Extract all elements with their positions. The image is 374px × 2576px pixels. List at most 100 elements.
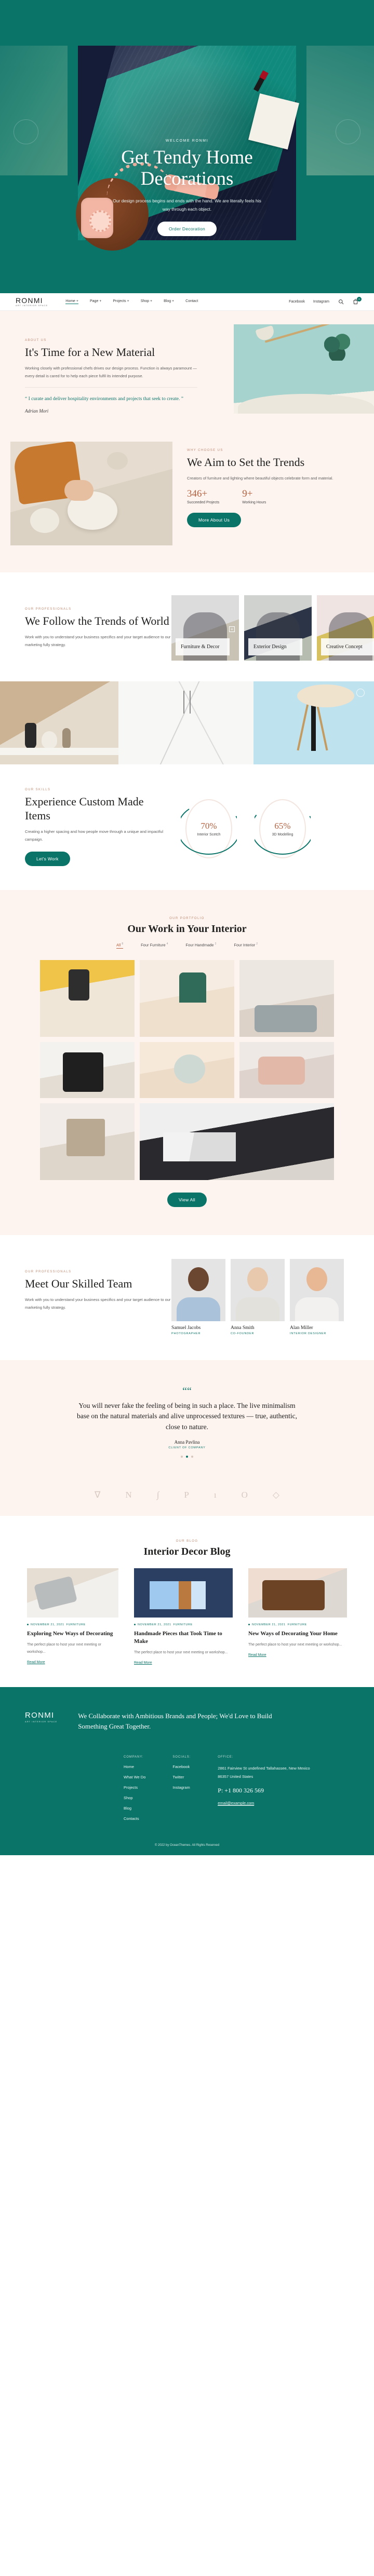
blog-post-card[interactable]: NOVEMBER 21, 2021 FURNITURE New Ways of …	[248, 1568, 347, 1666]
blog-post-category: FURNITURE	[287, 1623, 307, 1626]
service-card[interactable]: + Furniture & Decor	[171, 595, 239, 661]
nav-item-projects[interactable]: Projects +	[113, 299, 129, 304]
portfolio-filter-four-furniture[interactable]: Four Furniture 4	[141, 942, 168, 949]
skills-section: OUR SKILLS Experience Custom Made Items …	[0, 764, 374, 890]
footer-link-projects[interactable]: Projects	[124, 1785, 145, 1790]
team-section: OUR PROFESSIONALS Meet Our Skilled Team …	[0, 1235, 374, 1361]
trends-body: Creators of furniture and lighting where…	[187, 475, 333, 481]
brand-logo: ∫	[156, 1489, 159, 1500]
brand-logo: O	[241, 1489, 248, 1500]
stat-projects-label: Succeeded Projects	[187, 500, 220, 504]
footer-logo[interactable]: RONMI ART INTERIOR SPACE	[25, 1711, 57, 1732]
vase-graphic-2	[42, 731, 57, 749]
footer-link-what-we-do[interactable]: What We Do	[124, 1775, 145, 1779]
filter-label: All	[116, 942, 121, 948]
nav-item-blog[interactable]: Blog +	[164, 299, 174, 304]
footer-columns: COMPANY: Home What We Do Projects Shop B…	[25, 1756, 349, 1821]
footer-link-twitter[interactable]: Twitter	[172, 1775, 191, 1779]
portfolio-item[interactable]	[40, 960, 135, 1037]
about-eyebrow: ABOUT US	[25, 339, 47, 342]
portfolio-filter-four-handmade[interactable]: Four Handmade 2	[185, 942, 216, 949]
portfolio-item[interactable]	[40, 1103, 135, 1181]
cup-graphic-2	[107, 451, 128, 470]
pagination-dot-active[interactable]	[186, 1455, 188, 1458]
donut-value: 65%	[274, 820, 291, 831]
hero-title: Get Tendy Home Decorations	[0, 147, 374, 190]
footer-link-facebook[interactable]: Facebook	[172, 1764, 191, 1769]
portfolio-filter-four-interior[interactable]: Four Interior 2	[234, 942, 258, 949]
hotspot-icon[interactable]	[356, 688, 365, 697]
footer-link-blog[interactable]: Blog	[124, 1806, 145, 1811]
portfolio-item[interactable]	[140, 1103, 334, 1181]
plus-icon[interactable]: +	[229, 626, 235, 633]
portfolio-eyebrow: OUR PORTFOLIO	[169, 916, 205, 920]
portfolio-item[interactable]	[239, 1042, 334, 1099]
blog-post-card[interactable]: NOVEMBER 21, 2021 FURNITURE Handmade Pie…	[134, 1568, 233, 1666]
blog-read-more-link[interactable]: Read More	[248, 1653, 266, 1657]
portfolio-filter-all[interactable]: All 8	[116, 942, 124, 949]
footer-link-home[interactable]: Home	[124, 1764, 145, 1769]
portfolio-more-wrap: View All	[0, 1193, 374, 1208]
site-logo[interactable]: RONMI ART INTERIOR SPACE	[16, 297, 48, 307]
testimonial-section: ““ You will never fake the feeling of be…	[0, 1360, 374, 1476]
shelf-graphic	[0, 747, 118, 755]
lets-work-button[interactable]: Let's Work	[25, 851, 70, 866]
services-carousel[interactable]: + Furniture & Decor Exterior Design Crea…	[171, 595, 374, 661]
order-decoration-button[interactable]: Order Decoration	[157, 222, 217, 237]
avatar-head	[247, 1267, 268, 1292]
blog-post-card[interactable]: NOVEMBER 21, 2021 FURNITURE Exploring Ne…	[27, 1568, 118, 1666]
nav-item-home[interactable]: Home +	[65, 299, 78, 304]
portfolio-item[interactable]	[140, 1042, 234, 1099]
portfolio-item[interactable]	[239, 960, 334, 1037]
footer-link-contacts[interactable]: Contacts	[124, 1816, 145, 1821]
brand-logo: ı	[213, 1489, 217, 1500]
about-image-column	[197, 324, 374, 448]
professionals-section: OUR PROFESSIONALS We Follow the Trends o…	[0, 572, 374, 681]
portfolio-item[interactable]	[140, 960, 234, 1037]
blog-read-more-link[interactable]: Read More	[134, 1661, 152, 1665]
nav-item-contact[interactable]: Contact	[185, 299, 198, 304]
team-member-card[interactable]: Samuel Jacobs PHOTOGRAPHER	[171, 1259, 225, 1335]
logo-tagline: ART INTERIOR SPACE	[16, 304, 48, 307]
plant-graphic	[324, 334, 350, 361]
blog-read-more-link[interactable]: Read More	[27, 1661, 45, 1664]
stat-hours: 9+ Working Hours	[242, 488, 266, 504]
blog-post-date: NOVEMBER 21, 2021	[138, 1623, 171, 1626]
team-member-card[interactable]: Alan Miller INTERIOR DESIGNER	[290, 1259, 344, 1335]
search-icon[interactable]	[338, 299, 344, 305]
portfolio-item[interactable]	[40, 1042, 135, 1099]
team-member-photo	[171, 1259, 225, 1322]
blog-post-meta: NOVEMBER 21, 2021 FURNITURE	[134, 1623, 233, 1626]
about-divider	[25, 387, 197, 388]
team-member-photo	[290, 1259, 344, 1322]
service-card[interactable]: Exterior Design	[244, 595, 312, 661]
service-title: Furniture & Decor	[176, 638, 230, 655]
why-choose-us-photo	[10, 441, 172, 545]
nav-item-page[interactable]: Page +	[90, 299, 101, 304]
nav-item-shop[interactable]: Shop +	[141, 299, 152, 304]
team-member-name: Alan Miller	[290, 1325, 313, 1331]
donut-chart-3d-modelling: 65% 3D Modelling	[255, 796, 311, 862]
cart-icon[interactable]: 0	[352, 296, 362, 305]
team-member-card[interactable]: Anna Smith CO-FOUNDER	[231, 1259, 285, 1335]
cart-count-badge: 0	[357, 296, 362, 302]
avatar-body	[295, 1297, 339, 1322]
service-card[interactable]: Creative Concept	[317, 595, 374, 661]
testimonial-pagination[interactable]	[0, 1455, 374, 1458]
footer-phone[interactable]: P: +1 800 326 569	[218, 1787, 311, 1794]
brand-logos-row: ∇ N ∫ P ı O ◇	[0, 1476, 374, 1516]
footer-email[interactable]: email@example.com	[218, 1801, 255, 1806]
pagination-dot[interactable]	[181, 1455, 183, 1458]
blog-post-meta: NOVEMBER 21, 2021 FURNITURE	[248, 1623, 347, 1626]
nav-social-instagram[interactable]: Instagram	[313, 300, 329, 304]
footer-link-shop[interactable]: Shop	[124, 1796, 145, 1800]
pagination-dot[interactable]	[191, 1455, 193, 1458]
nav-social-facebook[interactable]: Facebook	[289, 300, 305, 304]
footer-top: RONMI ART INTERIOR SPACE We Collaborate …	[25, 1711, 349, 1732]
footer-link-instagram[interactable]: Instagram	[172, 1785, 191, 1790]
more-about-us-button[interactable]: More About Us	[187, 512, 242, 527]
view-all-button[interactable]: View All	[167, 1193, 207, 1208]
hero-subtitle: Our design process begins and ends with …	[113, 198, 261, 212]
team-carousel[interactable]: Samuel Jacobs PHOTOGRAPHER Anna Smith CO…	[171, 1259, 374, 1335]
donut-label: 3D Modelling	[272, 832, 293, 837]
